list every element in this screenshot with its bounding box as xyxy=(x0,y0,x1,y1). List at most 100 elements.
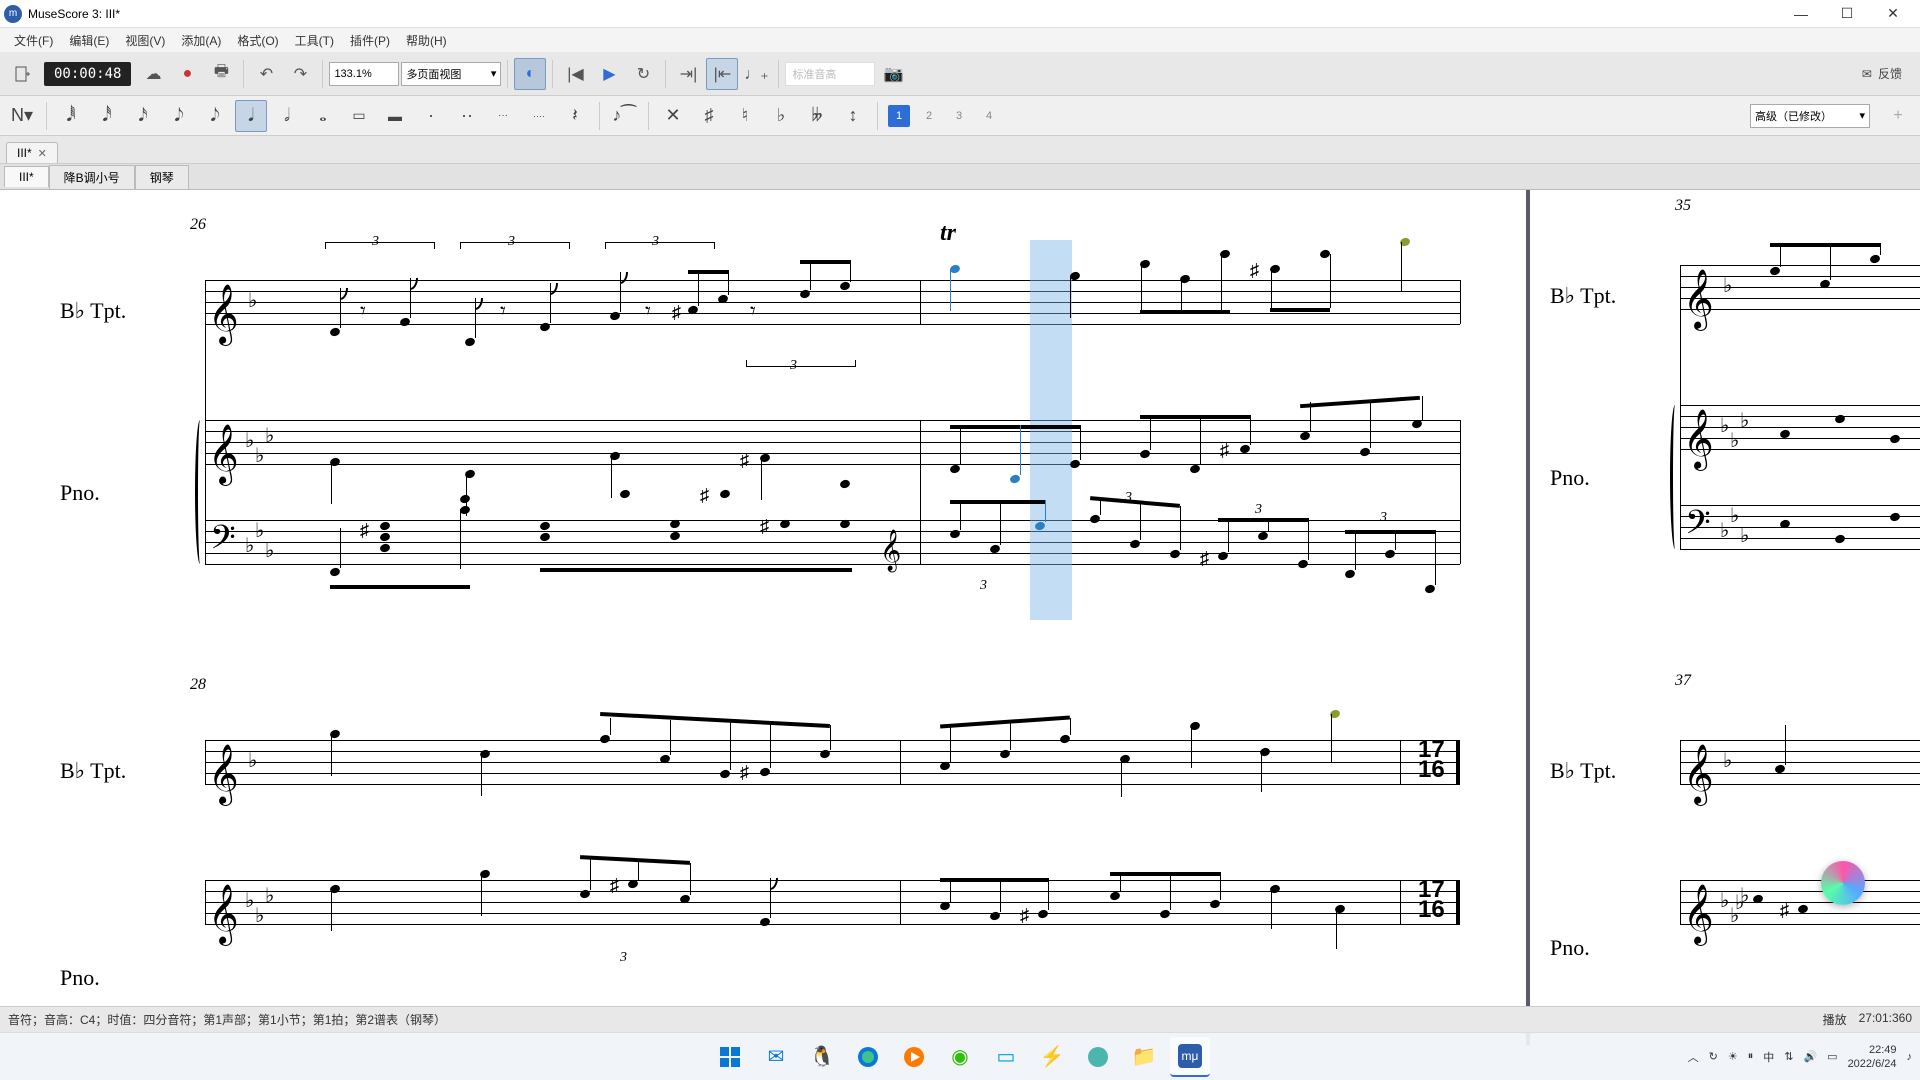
score-page-1: 26 B♭ Tpt. Pno. 𝄞 ♭ 𝄞 ♭ ♭ ♭ 𝄢 ♭ ♭ xyxy=(0,190,1530,1045)
qq-icon[interactable]: 🐧 xyxy=(802,1037,842,1077)
natural-button[interactable]: ♮ xyxy=(729,100,761,132)
measure-number-37: 37 xyxy=(1675,672,1691,690)
print-button[interactable]: 🖶 xyxy=(205,58,237,90)
count-in-button[interactable]: ♩₊ xyxy=(740,58,772,90)
cloud-button[interactable]: ☁ xyxy=(137,58,169,90)
video-icon[interactable] xyxy=(894,1037,934,1077)
dur-whole[interactable]: 𝅝 xyxy=(307,100,339,132)
dur-longa[interactable]: ▬ xyxy=(379,100,411,132)
tray-notifications-icon[interactable]: ♪ xyxy=(1907,1051,1913,1063)
key-flat-6: ♭ xyxy=(255,518,264,543)
menu-add[interactable]: 添加(A) xyxy=(175,30,227,51)
assistant-bubble-icon[interactable] xyxy=(1821,861,1865,905)
flip-button[interactable]: ↕ xyxy=(837,100,869,132)
key-flat-2: ♭ xyxy=(245,428,254,453)
dur-8th[interactable]: 𝅘𝅥𝅮 xyxy=(163,100,195,132)
undo-button[interactable]: ↶ xyxy=(250,58,282,90)
voice-4[interactable]: 4 xyxy=(978,105,1000,127)
loop-button[interactable]: ↻ xyxy=(627,58,659,90)
dot-4[interactable]: ···· xyxy=(523,100,555,132)
zoom-input[interactable]: 133.1% xyxy=(329,62,399,86)
dur-16th[interactable]: 𝅘𝅥𝅯 xyxy=(127,100,159,132)
menu-edit[interactable]: 编辑(E) xyxy=(63,30,115,51)
part-tab-trumpet[interactable]: 降B调小号 xyxy=(49,165,135,189)
note-input-mode[interactable]: N▾ xyxy=(6,100,38,132)
dur-quarter[interactable]: 𝅘𝅥 xyxy=(235,100,267,132)
tray-wifi-icon[interactable]: ⇅ xyxy=(1784,1050,1793,1063)
bilibili-icon[interactable]: ▭ xyxy=(986,1037,1026,1077)
rest-button[interactable]: 𝄽 xyxy=(559,100,591,132)
dur-half[interactable]: 𝅗𝅥 xyxy=(271,100,303,132)
menu-view[interactable]: 视图(V) xyxy=(119,30,171,51)
tray-pause-icon[interactable]: ⏸ xyxy=(1748,1050,1754,1063)
workspace-add[interactable]: + xyxy=(1882,100,1914,132)
wechat-icon[interactable]: ◉ xyxy=(940,1037,980,1077)
status-mode: 播放 xyxy=(1823,1011,1847,1028)
menu-file[interactable]: 文件(F) xyxy=(8,30,59,51)
voice-1[interactable]: 1 xyxy=(888,105,910,127)
system-3: 35 B♭ Tpt. Pno. 𝄞♭ 𝄞 ♭♭♭ 𝄢 ♭♭♭ xyxy=(1540,205,1920,625)
dot-1[interactable]: · xyxy=(415,100,447,132)
tray-sync-icon[interactable]: ↻ xyxy=(1709,1050,1718,1063)
play-button[interactable]: ▶ xyxy=(593,58,625,90)
tray-battery-icon[interactable]: ▭ xyxy=(1827,1050,1837,1063)
redo-button[interactable]: ↷ xyxy=(284,58,316,90)
key-flat: ♭ xyxy=(248,288,257,313)
key-flat-4: ♭ xyxy=(265,423,274,448)
explorer-icon[interactable]: 📁 xyxy=(1124,1037,1164,1077)
dot-2[interactable]: ·· xyxy=(451,100,483,132)
edge-icon[interactable] xyxy=(848,1037,888,1077)
edge2-icon[interactable] xyxy=(1078,1037,1118,1077)
score-canvas[interactable]: 26 B♭ Tpt. Pno. 𝄞 ♭ 𝄞 ♭ ♭ ♭ 𝄢 ♭ ♭ xyxy=(0,190,1920,1045)
thunder-icon[interactable]: ⚡ xyxy=(1032,1037,1072,1077)
tie-button[interactable]: ♪⁀ xyxy=(608,100,640,132)
feedback-link[interactable]: ✉ 反馈 xyxy=(1862,65,1902,82)
tray-weather-icon[interactable]: ☀ xyxy=(1728,1050,1738,1063)
dur-32nd[interactable]: 𝅘𝅥𝅰 xyxy=(91,100,123,132)
workspace-select[interactable]: 高级（已修改）▾ xyxy=(1750,104,1870,128)
dur-breve[interactable]: ▭ xyxy=(343,100,375,132)
mail-app-icon[interactable]: ✉ xyxy=(756,1037,796,1077)
tray-chevron-icon[interactable]: ︿ xyxy=(1688,1049,1699,1065)
tray-volume-icon[interactable]: 🔊 xyxy=(1803,1050,1817,1063)
new-score-button[interactable] xyxy=(6,58,38,90)
flat-button[interactable]: ♭ xyxy=(765,100,797,132)
app-logo-icon: m xyxy=(4,5,22,23)
record-button[interactable]: ● xyxy=(171,58,203,90)
measure-number-26: 26 xyxy=(190,216,206,234)
mail-icon: ✉ xyxy=(1862,67,1872,81)
menu-help[interactable]: 帮助(H) xyxy=(400,30,453,51)
doc-tab-iii[interactable]: III* ✕ xyxy=(6,142,58,163)
minimize-button[interactable]: — xyxy=(1778,0,1824,28)
voice-3[interactable]: 3 xyxy=(948,105,970,127)
rewind-button[interactable]: |◀ xyxy=(559,58,591,90)
double-flat-button[interactable]: 𝄫 xyxy=(801,100,833,132)
tray-ime[interactable]: 中 xyxy=(1763,1049,1774,1065)
dur-64th[interactable]: 𝅘𝅥𝅱 xyxy=(55,100,87,132)
main-toolbar: 00:00:48 ☁ ● 🖶 ↶ ↷ 133.1% 多页面视图▾ ◐ |◀ ▶ … xyxy=(0,52,1920,96)
dot-3[interactable]: ··· xyxy=(487,100,519,132)
camera-button[interactable]: 📷 xyxy=(877,58,909,90)
menu-plugins[interactable]: 插件(P) xyxy=(344,30,396,51)
tab-close-icon[interactable]: ✕ xyxy=(38,147,47,160)
musescore-taskbar-icon[interactable]: mμ xyxy=(1170,1037,1210,1077)
part-tab-full[interactable]: III* xyxy=(4,166,49,187)
tray-clock[interactable]: 22:49 2022/6/24 xyxy=(1848,1043,1897,1071)
menu-tools[interactable]: 工具(T) xyxy=(289,30,340,51)
barline-27b xyxy=(920,420,921,564)
delete-button[interactable]: ✕ xyxy=(657,100,689,132)
timesig-piano: 1716 xyxy=(1418,880,1442,920)
metronome-toggle[interactable]: ◐ xyxy=(514,58,546,90)
close-button[interactable]: ✕ xyxy=(1870,0,1916,28)
concert-pitch-input[interactable]: 标准音高 xyxy=(785,62,875,86)
loop-out-button[interactable]: |⇤ xyxy=(706,58,738,90)
loop-in-button[interactable]: ⇥| xyxy=(672,58,704,90)
start-button[interactable] xyxy=(710,1037,750,1077)
maximize-button[interactable]: ☐ xyxy=(1824,0,1870,28)
view-mode-select[interactable]: 多页面视图▾ xyxy=(401,62,501,86)
voice-2[interactable]: 2 xyxy=(918,105,940,127)
sharp-button[interactable]: ♯ xyxy=(693,100,725,132)
menu-format[interactable]: 格式(O) xyxy=(231,30,284,51)
dur-quarter-alt[interactable]: 𝅘𝅥𝅮 xyxy=(199,100,231,132)
part-tab-piano[interactable]: 钢琴 xyxy=(135,165,189,189)
